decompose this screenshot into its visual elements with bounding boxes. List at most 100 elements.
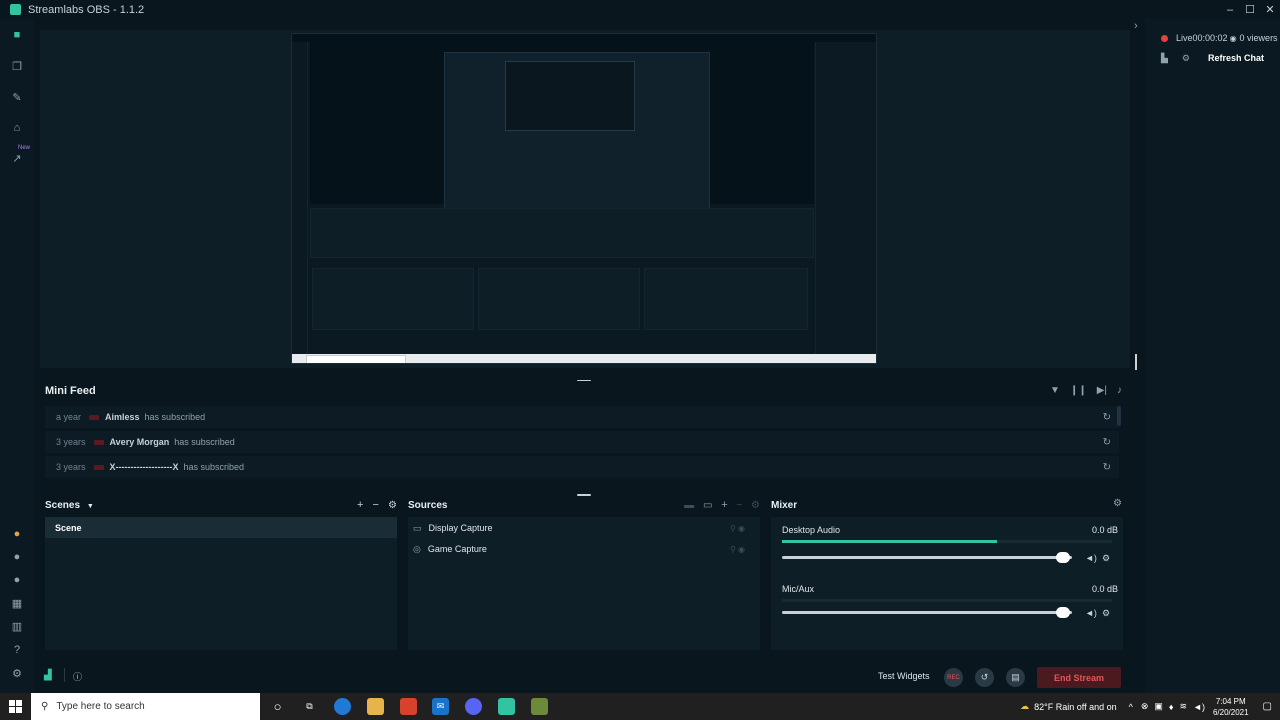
chevron-right-icon[interactable]: › — [1134, 20, 1138, 32]
streamlabs-taskbar-icon[interactable] — [498, 698, 515, 715]
task-view-icon[interactable]: ⧉ — [301, 698, 318, 715]
chat-popout-icon[interactable]: ▙ — [1161, 53, 1168, 64]
subscriber-badge-icon — [93, 464, 104, 470]
chat-settings-gear-icon[interactable]: ⚙ — [1182, 53, 1190, 64]
scene-settings-gear-icon[interactable]: ⚙ — [388, 500, 397, 511]
nested-preview — [310, 42, 814, 209]
scenes-title[interactable]: Scenes ▼ — [45, 500, 94, 511]
notifications-icon[interactable]: ▢ — [1263, 701, 1272, 712]
add-source-icon[interactable]: + — [721, 499, 727, 511]
mixer-title: Mixer — [771, 500, 798, 511]
tray-chevron-icon[interactable]: ^ — [1129, 702, 1133, 712]
taskbar-search[interactable]: ⚲ Type here to search — [31, 693, 260, 720]
source-lock-visibility-icon[interactable]: ⚲ ◉ — [730, 545, 745, 554]
layout-editor-icon[interactable]: ❐ — [10, 59, 24, 73]
mini-feed-scrollbar[interactable] — [1117, 406, 1121, 426]
resize-handle[interactable] — [1135, 354, 1137, 370]
speaker-icon[interactable]: ◄) — [1085, 553, 1097, 563]
prime-icon[interactable]: ● — [10, 527, 24, 541]
replay-icon[interactable]: ↻ — [1103, 437, 1111, 448]
viewer-count: 0 viewers — [1239, 33, 1278, 43]
wifi-icon[interactable]: ≋ — [1180, 701, 1188, 712]
end-stream-button[interactable]: End Stream — [1037, 667, 1121, 688]
replay-buffer-icon[interactable]: ↺ — [975, 668, 994, 687]
studio-editor-icon[interactable]: ■ — [10, 28, 24, 42]
replay-icon[interactable]: ↻ — [1103, 462, 1111, 473]
themes-icon[interactable]: ✎ — [10, 90, 24, 104]
studio-footer: ▟ ⓘ Test Widgets REC ↺ ▤ End Stream — [34, 660, 1130, 693]
schedule-icon[interactable]: ▤ — [1006, 668, 1025, 687]
speaker-tray-icon[interactable]: ◄) — [1193, 702, 1205, 712]
speaker-icon[interactable]: ◄) — [1085, 608, 1097, 618]
tray-app-icon[interactable]: ⊗ — [1141, 701, 1149, 712]
edge-icon[interactable] — [334, 698, 351, 715]
discord-icon[interactable] — [465, 698, 482, 715]
live-status: Live 00:00:02 ◉ 0 viewers — [1145, 31, 1280, 45]
minimize-button[interactable]: – — [1220, 0, 1240, 19]
audio-meter — [782, 540, 1112, 543]
info-icon[interactable]: ⓘ — [73, 670, 82, 683]
add-folder-icon[interactable]: ▭ — [703, 500, 712, 511]
pause-icon[interactable]: ❙❙ — [1070, 385, 1087, 396]
source-item[interactable]: ◎ Game Capture ⚲ ◉ — [413, 539, 753, 559]
minecraft-icon[interactable] — [531, 698, 548, 715]
close-button[interactable]: ✕ — [1260, 0, 1280, 19]
mixer-body: Desktop Audio 0.0 dB ◄) ⚙ Mic/Aux 0.0 dB… — [771, 517, 1123, 650]
grid-icon[interactable]: ▦ — [10, 596, 24, 610]
source-item[interactable]: ▭ Display Capture ⚲ ◉ — [413, 518, 753, 538]
settings-gear-icon[interactable]: ⚙ — [10, 666, 24, 680]
volume-icon[interactable]: ♪ — [1117, 385, 1122, 396]
help-icon[interactable]: ? — [10, 643, 24, 657]
chat-icon[interactable]: ● — [10, 573, 24, 587]
remove-scene-icon[interactable]: − — [373, 499, 379, 511]
nested-taskbar — [292, 354, 876, 363]
microphone-icon[interactable]: ♦ — [1169, 702, 1174, 712]
compass-icon[interactable]: ● — [10, 550, 24, 564]
file-explorer-icon[interactable] — [367, 698, 384, 715]
remove-source-icon[interactable]: − — [736, 500, 742, 511]
volume-slider[interactable] — [782, 552, 1072, 563]
live-dot-icon — [1161, 34, 1168, 42]
mini-feed-controls: ▼ ❙❙ ▶| ♪ — [1050, 385, 1122, 396]
subscriber-badge-icon — [89, 414, 100, 420]
add-scene-icon[interactable]: + — [357, 499, 363, 511]
mail-icon[interactable]: ✉ — [432, 698, 449, 715]
app-store-icon[interactable]: ⌂ — [10, 121, 24, 135]
volume-knob[interactable] — [1056, 552, 1071, 563]
tray-app-icon[interactable]: ▣ — [1154, 701, 1163, 712]
source-actions: ▬ ▭ + − ⚙ — [684, 499, 760, 511]
channel-settings-gear-icon[interactable]: ⚙ — [1102, 608, 1110, 619]
dashboard-chart-icon[interactable]: ↗ — [10, 151, 24, 165]
clock[interactable]: 7:04 PM 6/20/2021 — [1213, 696, 1249, 718]
office-icon[interactable] — [400, 698, 417, 715]
subscriber-badge-icon — [93, 439, 104, 445]
monitor-icon: ▭ — [413, 522, 422, 533]
volume-knob[interactable] — [1056, 607, 1071, 618]
channel-settings-gear-icon[interactable]: ⚙ — [1102, 553, 1110, 564]
library-icon[interactable]: ▥ — [10, 619, 24, 633]
source-lock-visibility-icon[interactable]: ⚲ ◉ — [730, 524, 745, 533]
scenes-panel: Scenes ▼ + − ⚙ Scene — [40, 495, 402, 650]
chat-toolbar: ▙ ⚙ Refresh Chat — [1145, 51, 1280, 65]
refresh-chat-button[interactable]: Refresh Chat — [1208, 53, 1264, 63]
replay-icon[interactable]: ↻ — [1103, 412, 1111, 423]
record-button[interactable]: REC — [944, 668, 963, 687]
maximize-button[interactable]: ☐ — [1240, 0, 1260, 19]
skip-icon[interactable]: ▶| — [1097, 385, 1107, 396]
nested-minifeed — [310, 208, 814, 258]
performance-chart-icon[interactable]: ▟ — [44, 670, 52, 681]
taskbar-search-placeholder: Type here to search — [56, 701, 145, 712]
volume-slider[interactable] — [782, 607, 1072, 618]
windows-start-icon[interactable] — [9, 700, 22, 713]
filter-icon[interactable]: ▼ — [1050, 385, 1060, 396]
test-widgets-button[interactable]: Test Widgets — [878, 671, 930, 681]
source-settings-gear-icon[interactable]: ⚙ — [751, 500, 760, 511]
scene-item[interactable]: Scene — [45, 517, 397, 538]
mixer-settings-gear-icon[interactable]: ⚙ — [1113, 498, 1122, 509]
weather-icon: ☁ — [1020, 701, 1030, 711]
stream-preview[interactable] — [291, 33, 877, 364]
cortana-icon[interactable]: ○ — [269, 698, 286, 715]
weather-text[interactable]: 82°F Rain off and on — [1034, 702, 1117, 712]
eye-icon: ◉ — [1229, 33, 1237, 43]
source-group-icon[interactable]: ▬ — [684, 500, 694, 511]
